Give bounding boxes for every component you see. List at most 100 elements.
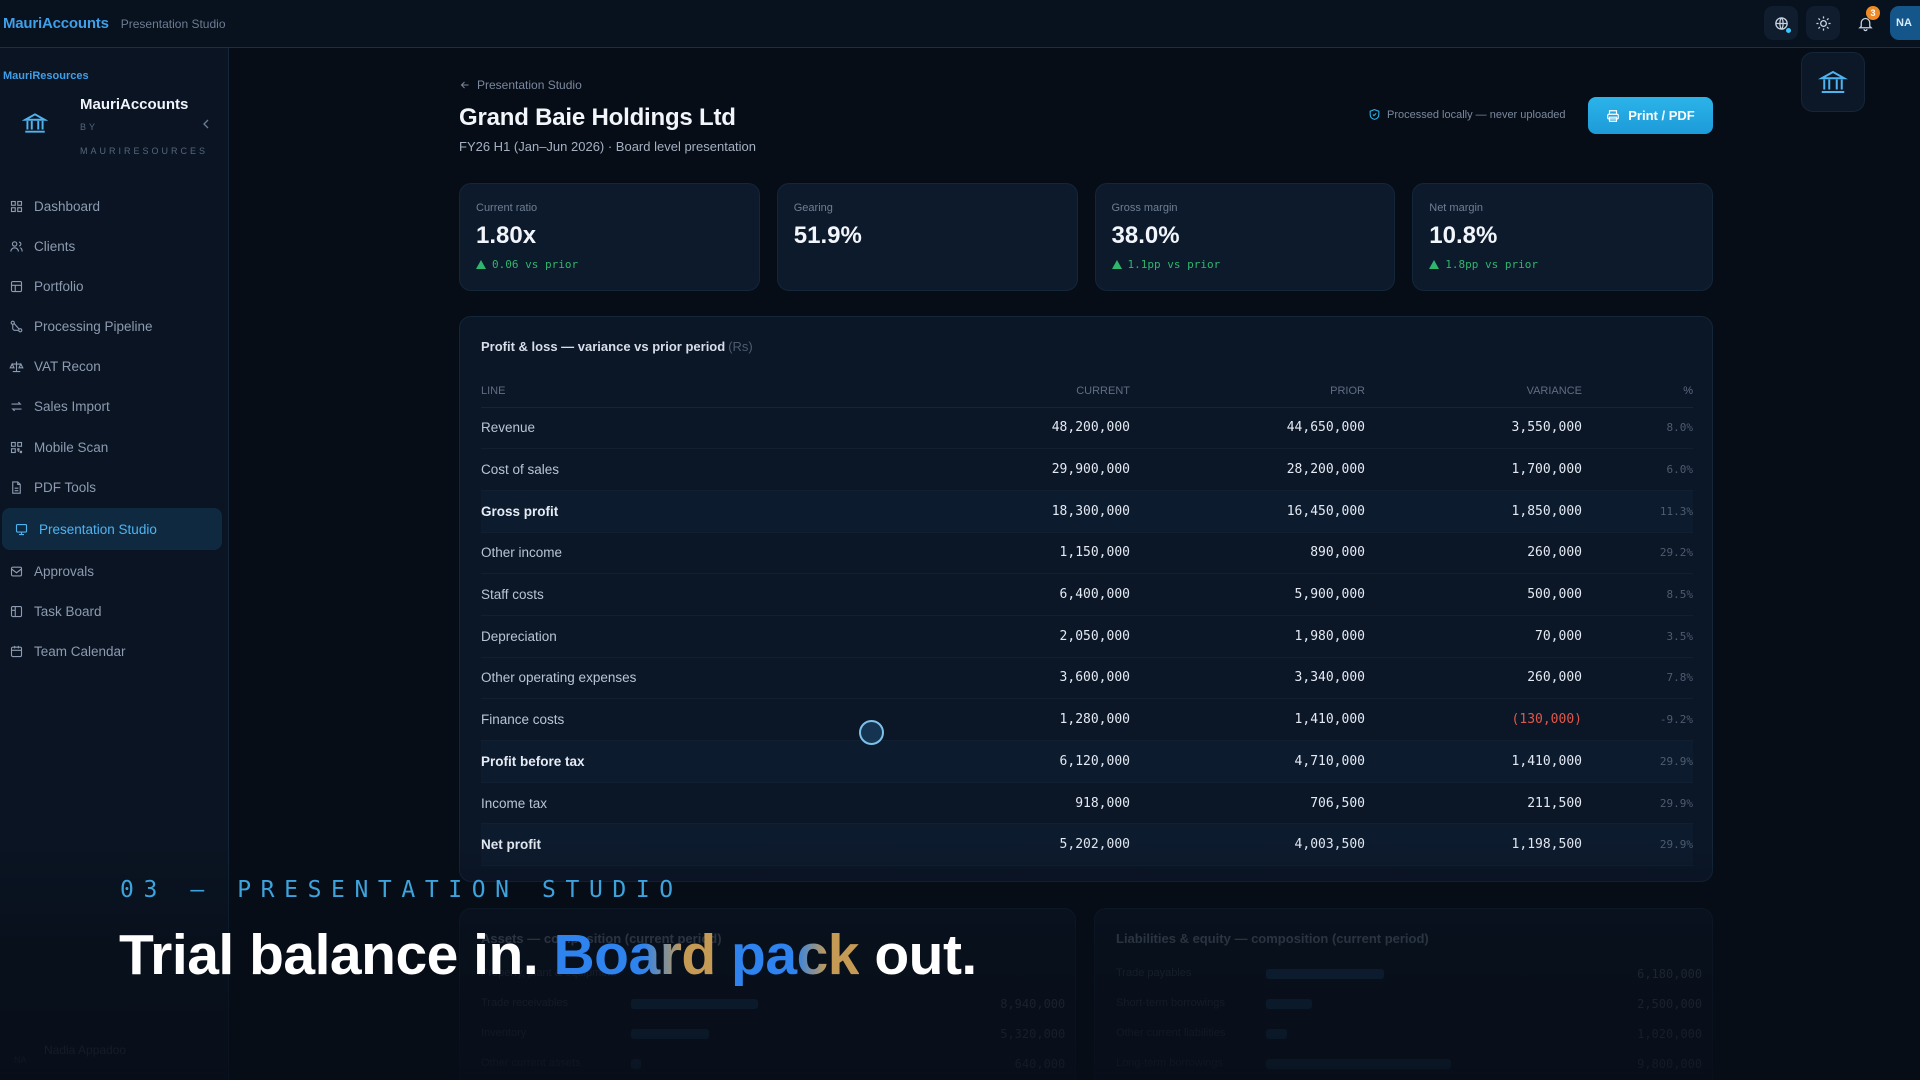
sidebar-item-label: Mobile Scan <box>34 439 109 455</box>
sidebar-item-vat-recon[interactable]: VAT Recon <box>0 347 229 387</box>
cell-variance: 211,500 <box>1365 782 1582 825</box>
composition-row: Other current liabilities 1,020,000 <box>1116 1027 1702 1041</box>
composition-bar <box>1266 999 1312 1009</box>
card-title-unit: (Rs) <box>728 339 753 354</box>
sidebar-item-sales-import[interactable]: Sales Import <box>0 387 229 427</box>
page-subtitle: FY26 H1 (Jan–Jun 2026) · Board level pre… <box>459 139 757 154</box>
sidebar-item-mobile-scan[interactable]: Mobile Scan <box>0 427 229 467</box>
cell-prior: 4,710,000 <box>1130 740 1365 783</box>
cell-line: Income tax <box>481 782 1001 825</box>
sidebar-item-dashboard[interactable]: Dashboard <box>0 186 229 226</box>
kpi-value: 38.0% <box>1111 222 1180 249</box>
cell-variance: 70,000 <box>1365 615 1582 658</box>
composition-value: 5,320,000 <box>1000 1027 1066 1041</box>
sidebar-item-presentation-studio[interactable]: Presentation Studio <box>2 508 222 551</box>
cell-prior: 4,003,500 <box>1130 823 1365 867</box>
table-row: Other operating expenses 3,600,000 3,340,0… <box>481 657 1693 700</box>
calendar-icon <box>10 646 23 658</box>
sidebar-item-label: Clients <box>34 238 76 254</box>
bank-icon <box>1818 70 1848 93</box>
chevron-left-icon[interactable] <box>198 116 214 132</box>
cell-current: 3,600,000 <box>1001 657 1130 700</box>
cell-pct: -9.2% <box>1582 698 1693 741</box>
table-row: Finance costs 1,280,000 1,410,000 (130,000)… <box>481 698 1693 741</box>
kpi-delta: 0.06 vs prior <box>476 258 743 271</box>
cell-pct: 3.5% <box>1582 615 1693 658</box>
cell-line: Cost of sales <box>481 448 1001 491</box>
composition-value: 1,020,000 <box>1637 1027 1703 1041</box>
table-header-row: Line Current Prior Variance % <box>481 375 1693 408</box>
liabilities-composition-card: Liabilities & equity — composition (curr… <box>1094 908 1713 1080</box>
sidebar-item-label: Task Board <box>34 604 102 619</box>
column-header-pct: % <box>1582 375 1693 408</box>
scan-icon <box>10 441 23 453</box>
notifications-button[interactable]: 3 <box>1848 6 1882 40</box>
notification-badge: 3 <box>1866 6 1880 20</box>
cell-variance: 1,850,000 <box>1365 490 1582 533</box>
composition-bar <box>1266 969 1384 979</box>
column-header-variance: Variance <box>1365 375 1582 408</box>
sidebar-item-processing-pipeline[interactable]: Processing Pipeline <box>0 307 229 347</box>
composition-row: Trade receivables 8,940,000 <box>481 997 1065 1011</box>
cell-pct: 8.0% <box>1582 407 1693 450</box>
cell-prior: 1,980,000 <box>1130 615 1365 658</box>
brand-logo[interactable]: MauriAccounts <box>3 15 109 32</box>
cell-variance: 1,410,000 <box>1365 740 1582 783</box>
kpi-delta: 1.8pp vs prior <box>1429 258 1696 271</box>
kpi-label: Gearing <box>793 202 833 214</box>
cell-line: Revenue <box>481 407 1001 450</box>
cell-pct: 29.9% <box>1582 823 1693 867</box>
top-bar: MauriAccounts Presentation Studio 3 NA <box>0 0 1920 48</box>
caption-board: Board <box>553 923 717 987</box>
sidebar-item-team-calendar[interactable]: Team Calendar <box>0 632 229 672</box>
kpi-card-current-ratio: Current ratio 1.80x 0.06 vs prior <box>459 183 760 291</box>
composition-row: Inventory 5,320,000 <box>481 1027 1065 1041</box>
composition-label: Other current assets <box>481 1057 581 1069</box>
cell-prior: 5,900,000 <box>1130 573 1365 616</box>
top-actions: 3 NA <box>1764 6 1920 40</box>
sidebar-item-task-board[interactable]: Task Board <box>0 592 229 632</box>
mouse-cursor <box>859 720 884 745</box>
kpi-delta-text: 1.8pp vs prior <box>1445 258 1538 271</box>
sidebar-item-approvals[interactable]: Approvals <box>0 551 229 591</box>
bank-icon <box>22 113 48 133</box>
org-by: BY <box>80 122 99 132</box>
client-logo-tile <box>1801 52 1865 112</box>
org-name: MauriAccounts <box>80 96 189 113</box>
cell-pct: 6.0% <box>1582 448 1693 491</box>
sidebar-item-label: PDF Tools <box>34 479 97 495</box>
privacy-note-text: Processed locally — never uploaded <box>1387 108 1566 121</box>
sidebar-item-clients[interactable]: Clients <box>0 226 229 266</box>
pl-table-body: Revenue 48,200,000 44,650,000 3,550,000 8.0%… <box>481 407 1693 867</box>
cell-current: 48,200,000 <box>1001 407 1130 450</box>
cell-prior: 16,450,000 <box>1130 490 1365 533</box>
cell-current: 5,202,000 <box>1001 823 1130 867</box>
theme-toggle-button[interactable] <box>1806 6 1840 40</box>
back-link[interactable]: Presentation Studio <box>459 78 582 92</box>
composition-bar <box>1266 1059 1451 1069</box>
kpi-value: 51.9% <box>793 222 862 249</box>
column-header-current: Current <box>1001 375 1130 408</box>
composition-value: 640,000 <box>1014 1057 1066 1071</box>
sidebar-item-pdf-tools[interactable]: PDF Tools <box>0 467 229 507</box>
sidebar-nav: Dashboard Clients Portfolio Processing P… <box>0 186 229 672</box>
sidebar-item-portfolio[interactable]: Portfolio <box>0 266 229 306</box>
table-row: Gross profit 18,300,000 16,450,000 1,850,00… <box>481 490 1693 533</box>
sync-status-button[interactable] <box>1764 6 1798 40</box>
pl-variance-card: Profit & loss — variance vs prior period… <box>459 316 1713 882</box>
org-label: MauriResources <box>3 70 89 82</box>
cell-current: 1,280,000 <box>1001 698 1130 741</box>
kpi-delta-text: 0.06 vs prior <box>492 258 579 271</box>
table-row: Profit before tax 6,120,000 4,710,000 1,410… <box>481 740 1693 783</box>
kpi-label: Current ratio <box>476 202 538 214</box>
kpi-label: Gross margin <box>1111 202 1178 214</box>
kpi-row: Current ratio 1.80x 0.06 vs prior Gearin… <box>459 183 1713 291</box>
sidebar-item-label: Approvals <box>34 563 95 579</box>
composition-label: Trade payables <box>1116 967 1192 979</box>
org-by-name: MAURIRESOURCES <box>80 146 209 156</box>
user-avatar[interactable]: NA <box>1890 6 1920 40</box>
table-row: Other income 1,150,000 890,000 260,000 29.2% <box>481 532 1693 575</box>
arrows-icon <box>11 402 22 412</box>
print-pdf-button[interactable]: Print / PDF <box>1588 97 1713 134</box>
composition-value: 6,180,000 <box>1637 967 1703 981</box>
